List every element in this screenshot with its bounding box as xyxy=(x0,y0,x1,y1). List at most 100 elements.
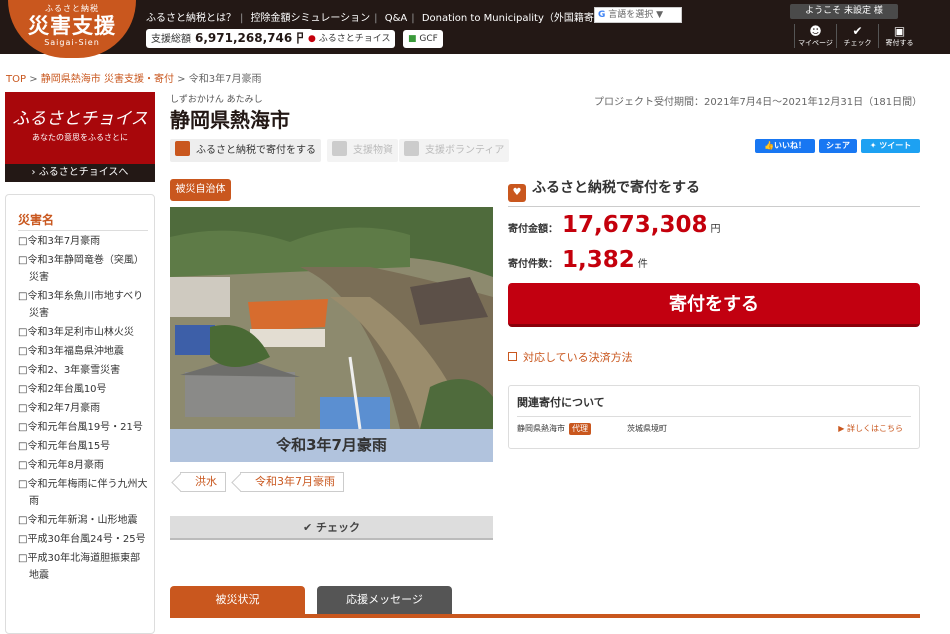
mypage-label: マイページ xyxy=(798,39,833,47)
total-label: 支援総額 xyxy=(151,34,191,45)
volunteer-action[interactable]: 支援ボランティア xyxy=(399,139,510,162)
tweet-button[interactable]: ✦ ツイート xyxy=(861,139,920,153)
breadcrumb-top[interactable]: TOP xyxy=(6,74,26,85)
disaster-label: 令和元年梅雨に伴う九州大雨 xyxy=(27,479,148,507)
page-title: 静岡県熱海市 xyxy=(170,108,290,132)
banner-title: ふるさとチョイス xyxy=(12,109,148,129)
count-value: 1,382 xyxy=(562,247,635,273)
disaster-list-item[interactable]: □令和元年台風15号 xyxy=(18,438,148,455)
nav-simulation[interactable]: 控除金額シミュレーション xyxy=(251,13,371,24)
disaster-label: 令和元年台風19号・21号 xyxy=(27,422,143,433)
nav-about[interactable]: ふるさと納税とは？ xyxy=(146,13,236,24)
check-button[interactable]: ✔ チェック xyxy=(170,516,493,540)
disaster-photo xyxy=(170,207,493,429)
facebook-like-button[interactable]: 👍いいね！ xyxy=(755,139,815,153)
banner-tagline: あなたの意思をふるさとに xyxy=(32,133,128,142)
disaster-list-item[interactable]: □令和2年台風10号 xyxy=(18,381,148,398)
check-link[interactable]: ✔ チェック xyxy=(836,24,878,48)
related-city: 静岡県熱海市 xyxy=(517,424,565,433)
disaster-list-item[interactable]: □令和3年7月豪雨 xyxy=(18,233,148,250)
donate-icon: ▣ xyxy=(893,24,906,38)
disaster-list-item[interactable]: □令和3年福島県沖地震 xyxy=(18,343,148,360)
tag-disaster[interactable]: 令和3年7月豪雨 xyxy=(240,472,344,492)
action-label: 支援物資 xyxy=(353,145,393,156)
disaster-list-item[interactable]: □令和2、3年豪雪災害 xyxy=(18,362,148,379)
disaster-list-item[interactable]: □令和2年7月豪雨 xyxy=(18,400,148,417)
breadcrumb-city[interactable]: 静岡県熱海市 災害支援・寄付 xyxy=(41,74,174,85)
twitter-icon: ✦ xyxy=(869,141,880,150)
tab-support-messages[interactable]: 応援メッセージ xyxy=(317,586,452,614)
project-period: プロジェクト受付期間：2021年7月4日〜2021年12月31日（181日間） xyxy=(594,97,923,108)
total-value: 6,971,268,746 円 xyxy=(195,31,309,45)
header-icon-group: ☻ マイページ ✔ チェック ▣ 寄付する xyxy=(794,24,920,48)
amount-unit: 円 xyxy=(710,224,721,235)
total-support: 支援総額 6,971,268,746 円 xyxy=(146,29,314,48)
furusato-choice-button[interactable]: ● ふるさとチョイス xyxy=(303,30,396,48)
donate-box-icon xyxy=(175,141,190,156)
disaster-label: 平成30年北海道胆振東部地震 xyxy=(27,553,141,581)
payment-link-label: 対応している決済方法 xyxy=(523,351,633,364)
donate-button[interactable]: 寄付をする xyxy=(508,283,920,327)
tag-flood[interactable]: 洪水 xyxy=(180,472,226,492)
disaster-list-item[interactable]: □令和元年新潟・山形地震 xyxy=(18,512,148,529)
disaster-label: 令和元年新潟・山形地震 xyxy=(27,515,138,526)
mypage-link[interactable]: ☻ マイページ xyxy=(794,24,836,48)
supplies-action[interactable]: 支援物資 xyxy=(327,139,398,162)
top-nav: ふるさと納税とは？ | 控除金額シミュレーション | Q&A | Donation t… xyxy=(146,13,634,24)
affected-municipality-badge: 被災自治体 xyxy=(170,179,231,201)
check-label: チェック xyxy=(843,39,872,47)
action-label: ふるさと納税で寄付をする xyxy=(196,145,316,156)
logo-main-text: 災害支援 xyxy=(28,14,116,38)
disaster-label: 令和3年足利市山林火災 xyxy=(27,327,134,338)
logo-sub-text: Saigai-Sien xyxy=(44,38,100,47)
photo-caption: 令和3年7月豪雨 xyxy=(170,429,493,462)
disaster-label: 令和3年静岡竜巻（突風）災害 xyxy=(27,255,144,283)
disaster-label: 令和2年台風10号 xyxy=(27,384,107,395)
furusato-donate-action[interactable]: ふるさと納税で寄付をする xyxy=(170,139,321,162)
language-select[interactable]: G 言語を選択 ▼ xyxy=(594,7,682,23)
google-icon: G xyxy=(598,10,606,20)
logo-top-text: ふるさと納税 xyxy=(45,4,99,13)
payment-methods-link[interactable]: 対応している決済方法 xyxy=(508,349,633,365)
disaster-list-item[interactable]: □令和3年静岡竜巻（突風）災害 xyxy=(18,252,148,286)
check-button-label: チェック xyxy=(316,521,361,534)
disaster-list: □令和3年7月豪雨 □令和3年静岡竜巻（突風）災害 □令和3年糸魚川市地すべり災害 □… xyxy=(18,233,148,584)
breadcrumb-sep: > xyxy=(177,74,186,85)
user-icon: ☻ xyxy=(809,24,822,38)
gcf-button[interactable]: ■ GCF xyxy=(403,30,443,48)
disaster-label: 令和元年8月豪雨 xyxy=(27,460,104,471)
banner-link[interactable]: › ふるさとチョイスへ xyxy=(5,164,155,182)
disaster-list-item[interactable]: □令和元年台風19号・21号 xyxy=(18,419,148,436)
related-heading: 関連寄付について xyxy=(517,394,911,417)
disaster-label: 令和2年7月豪雨 xyxy=(27,403,101,414)
disaster-list-item[interactable]: □令和3年足利市山林火災 xyxy=(18,324,148,341)
like-label: いいね！ xyxy=(773,141,806,150)
tab-damage-status[interactable]: 被災状況 xyxy=(170,586,305,614)
amount-label: 寄付金額： xyxy=(508,224,558,235)
furusato-choice-banner[interactable]: ふるさとチョイス あなたの意思をふるさとに xyxy=(5,92,155,164)
site-header: ふるさと納税 災害支援 Saigai-Sien ふるさと納税とは？ | 控除金額シ… xyxy=(0,0,950,58)
related-more-link[interactable]: ▶ 詳しくはこちら xyxy=(838,423,903,434)
disaster-list-item[interactable]: □令和元年8月豪雨 xyxy=(18,457,148,474)
breadcrumb-current: 令和3年7月豪雨 xyxy=(188,74,262,85)
donation-heading-text: ふるさと納税で寄付をする xyxy=(532,180,700,196)
furusato-choice-label: ふるさとチョイス xyxy=(318,34,391,44)
disaster-label: 令和元年台風15号 xyxy=(27,441,111,452)
disaster-label: 令和3年糸魚川市地すべり災害 xyxy=(27,291,144,319)
disaster-list-item[interactable]: □平成30年北海道胆振東部地震 xyxy=(18,550,148,584)
disaster-list-item[interactable]: □令和元年梅雨に伴う九州大雨 xyxy=(18,476,148,510)
related-row: 静岡県熱海市 代理 茨城県境町 ▶ 詳しくはこちら xyxy=(517,423,911,437)
nav-qa[interactable]: Q&A xyxy=(385,13,408,24)
donate-label: 寄付する xyxy=(885,39,914,47)
donation-heading: ♥ ふるさと納税で寄付をする xyxy=(508,177,920,207)
disaster-list-item[interactable]: □令和3年糸魚川市地すべり災害 xyxy=(18,288,148,322)
site-logo[interactable]: ふるさと納税 災害支援 Saigai-Sien xyxy=(8,0,136,58)
disaster-list-item[interactable]: □平成30年台風24号・25号 xyxy=(18,531,148,548)
action-label: 支援ボランティア xyxy=(425,145,505,156)
gcf-label: GCF xyxy=(419,34,438,44)
calendar-icon xyxy=(508,352,517,361)
facebook-share-button[interactable]: シェア xyxy=(819,139,857,153)
disaster-label: 平成30年台風24号・25号 xyxy=(27,534,146,545)
donate-link[interactable]: ▣ 寄付する xyxy=(878,24,920,48)
disaster-photo-image xyxy=(170,207,493,429)
